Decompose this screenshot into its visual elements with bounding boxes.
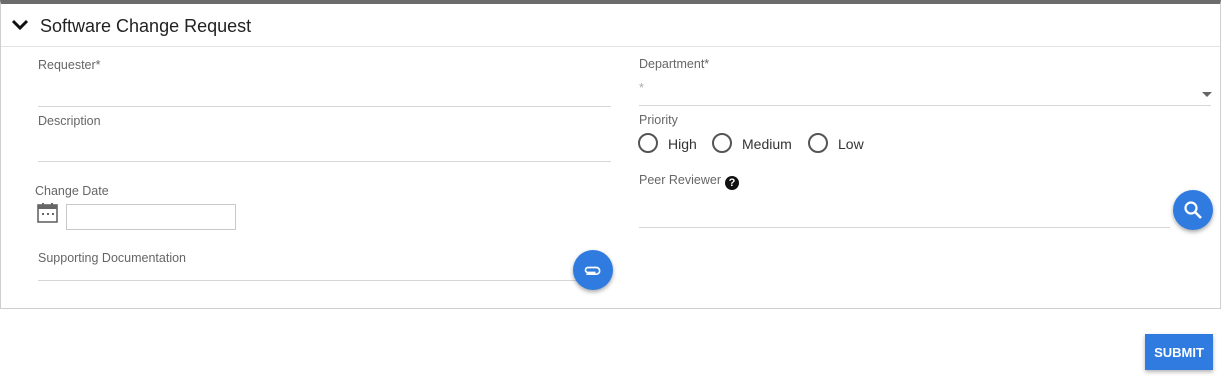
department-select[interactable]: [639, 105, 1211, 106]
description-label: Description: [38, 114, 101, 128]
priority-medium-label: Medium: [742, 136, 792, 152]
change-date-label: Change Date: [35, 184, 109, 198]
department-label: Department*: [639, 57, 710, 71]
panel-title: Software Change Request: [40, 16, 252, 36]
requester-input[interactable]: [38, 106, 611, 107]
priority-medium-radio[interactable]: [712, 133, 732, 153]
chevron-down-icon[interactable]: [10, 15, 30, 35]
priority-high-label: High: [668, 136, 697, 152]
calendar-icon[interactable]: [37, 202, 58, 223]
paperclip-icon: [584, 266, 601, 275]
submit-button[interactable]: SUBMIT: [1145, 334, 1213, 370]
attach-file-button[interactable]: [573, 250, 613, 290]
supporting-documentation-label: Supporting Documentation: [38, 251, 187, 265]
search-icon: [1184, 201, 1202, 219]
help-icon[interactable]: ?: [725, 176, 739, 190]
panel-header[interactable]: Software Change Request: [1, 4, 1220, 47]
search-reviewer-button[interactable]: [1173, 190, 1213, 230]
peer-reviewer-label: Peer Reviewer: [639, 173, 721, 187]
change-date-input[interactable]: [66, 204, 236, 230]
software-change-request-panel: Software Change Request Requester* Descr…: [0, 0, 1221, 309]
peer-reviewer-input[interactable]: [639, 227, 1170, 228]
priority-label: Priority: [639, 113, 678, 127]
supporting-documentation-input[interactable]: [38, 280, 578, 281]
dropdown-arrow-icon[interactable]: [1202, 92, 1212, 97]
requester-label: Requester*: [38, 58, 101, 72]
priority-low-label: Low: [838, 136, 864, 152]
priority-low-radio[interactable]: [808, 133, 828, 153]
description-input[interactable]: [38, 161, 611, 162]
priority-high-radio[interactable]: [638, 133, 658, 153]
department-select-value: *: [639, 81, 644, 95]
